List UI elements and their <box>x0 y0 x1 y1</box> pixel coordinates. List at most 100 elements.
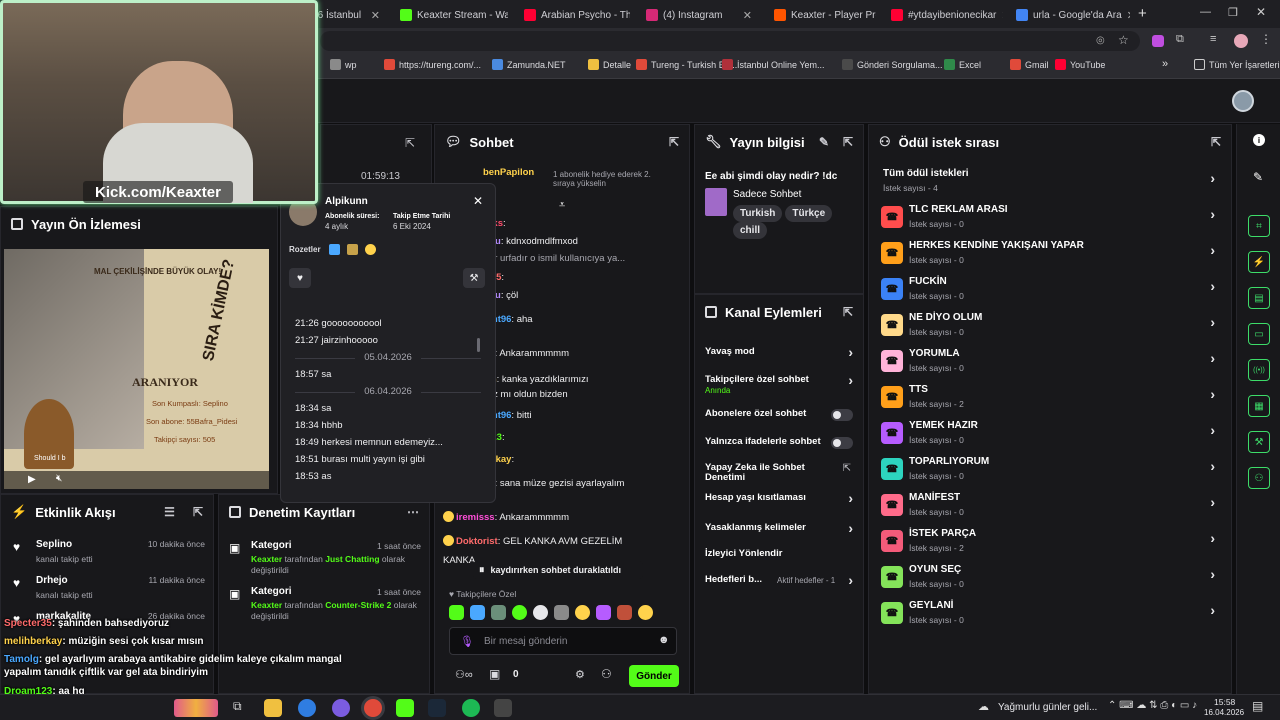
wrench-icon[interactable]: ⚒ <box>1248 431 1270 453</box>
browser-tab[interactable]: Keaxter Stream - Wa✕ <box>394 4 508 26</box>
filter-icon[interactable]: ☰ <box>164 505 175 519</box>
bookmark-item[interactable]: https://tureng.com/... <box>384 59 481 70</box>
info-icon[interactable]: i <box>1253 134 1265 146</box>
chat-username[interactable]: iremisss <box>456 512 495 523</box>
stream-tag[interactable]: Turkish <box>733 205 783 222</box>
menu-icon[interactable]: ⋮ <box>1260 32 1272 46</box>
mute-icon[interactable]: 🔇︎ <box>56 473 62 484</box>
expand-icon[interactable]: ⇱ <box>843 305 853 319</box>
emoji-icon[interactable]: ☻ <box>658 634 670 646</box>
history-scrollbar[interactable] <box>477 338 480 352</box>
weather-text[interactable]: Yağmurlu günler geli... <box>998 702 1097 713</box>
app-icon[interactable] <box>332 699 350 717</box>
tab-close-icon[interactable]: ✕ <box>1127 9 1130 22</box>
puzzle-icon[interactable]: ⧉ <box>1176 33 1184 46</box>
bookmark-item[interactable]: Gönderi Sorgulama... <box>842 59 943 70</box>
emote-5[interactable] <box>533 605 548 620</box>
emote-10[interactable] <box>638 605 653 620</box>
new-tab-button[interactable]: + <box>1138 5 1147 22</box>
close-icon[interactable]: ✕ <box>473 194 483 208</box>
reward-item[interactable]: ☎ GEYLANİ İstek sayısı - 0 › <box>881 597 1221 629</box>
chat-icon[interactable]: ▭ <box>1248 323 1270 345</box>
reward-item[interactable]: ☎ MANİFEST İstek sayısı - 0 › <box>881 489 1221 521</box>
expand-icon[interactable]: ⇱ <box>669 135 679 149</box>
spotify-icon[interactable] <box>462 699 480 717</box>
points-icon[interactable]: ⚇∞ <box>455 668 473 681</box>
clock-time[interactable]: 15:58 <box>1214 697 1235 707</box>
layout-icon[interactable]: ▦ <box>1248 395 1270 417</box>
more-icon[interactable]: ⋯ <box>407 505 419 519</box>
browser-tab[interactable]: urla - Google'da Ara ✕ <box>1010 4 1130 26</box>
channel-action-item[interactable]: Hesap yaşı kısıtlaması › <box>705 490 853 515</box>
users-icon[interactable]: ⚇ <box>601 667 612 681</box>
expand-icon[interactable]: ⇱ <box>193 505 203 519</box>
follow-heart-button[interactable]: ♥ <box>289 268 311 288</box>
bookmark-item[interactable]: YouTube <box>1055 59 1105 70</box>
filter-sort-icon[interactable]: ⩡ <box>559 199 565 212</box>
reward-item[interactable]: ☎ TTS İstek sayısı - 2 › <box>881 381 1221 413</box>
edit-icon[interactable]: ✎ <box>819 135 829 149</box>
steam-icon[interactable] <box>428 699 446 717</box>
stream-tag[interactable]: Türkçe <box>785 205 833 222</box>
channel-action-item[interactable]: İzleyici Yönlendir <box>705 547 853 571</box>
pencil-icon[interactable]: ✎ <box>1253 170 1263 184</box>
reward-item[interactable]: ☎ NE DİYO OLUM İstek sayısı - 0 › <box>881 309 1221 341</box>
stream-video[interactable]: MAL ÇEKİLİŞİNDE BÜYÜK OLAY! SIRA KİMDE? … <box>4 249 269 489</box>
all-rewards-row[interactable]: Tüm ödül istekleri İstek sayısı - 4 › <box>881 165 1221 197</box>
users-icon[interactable]: ⚇ <box>1248 467 1270 489</box>
audit-what[interactable]: Just Chatting <box>325 554 379 564</box>
reward-item[interactable]: ☎ TOPARLIYORUM İstek sayısı - 0 › <box>881 453 1221 485</box>
emote-9[interactable] <box>617 605 632 620</box>
clock-date[interactable]: 16.04.2026 <box>1204 708 1244 717</box>
reward-item[interactable]: ☎ YORUMLA İstek sayısı - 0 › <box>881 345 1221 377</box>
all-bookmarks-button[interactable]: Tüm Yer İşaretleri <box>1194 59 1280 70</box>
reward-item[interactable]: ☎ FUCKİN İstek sayısı - 0 › <box>881 273 1221 305</box>
pinned-user[interactable]: benPapilon <box>483 167 534 178</box>
user-avatar[interactable] <box>1232 90 1254 112</box>
reward-item[interactable]: ☎ YEMEK HAZIR İstek sayısı - 0 › <box>881 417 1221 449</box>
expand-icon[interactable]: ⇱ <box>405 136 415 150</box>
gift-icon[interactable]: ▣ <box>489 667 500 681</box>
profile-avatar[interactable] <box>1234 34 1248 48</box>
channel-action-item[interactable]: Takipçilere özel sohbet Anında › <box>705 372 853 397</box>
emote-8[interactable] <box>596 605 611 620</box>
audit-who[interactable]: Keaxter <box>251 600 282 610</box>
bookmark-item[interactable]: İstanbul Online Yem... <box>722 59 825 70</box>
document-icon[interactable]: ▤ <box>1248 287 1270 309</box>
audit-who[interactable]: Keaxter <box>251 554 282 564</box>
event-item[interactable]: ♥ Drhejo kanalı takip etti 11 dakika önce <box>11 571 205 605</box>
terminal-icon[interactable] <box>494 699 512 717</box>
tab-close-icon[interactable]: ✕ <box>371 9 380 22</box>
media-icon[interactable]: ≡ <box>1210 33 1216 45</box>
emote-4[interactable] <box>512 605 527 620</box>
channel-action-item[interactable]: Yavaş mod › <box>705 344 853 369</box>
channel-action-item[interactable]: Yalnızca ifadelerle sohbet <box>705 435 853 459</box>
emote-6[interactable] <box>554 605 569 620</box>
channel-action-item[interactable]: Yasaklanmış kelimeler › <box>705 520 853 545</box>
address-input[interactable] <box>320 31 1140 51</box>
event-item[interactable]: ♥ Seplino kanalı takip etti 10 dakika önce <box>11 535 205 569</box>
notification-icon[interactable]: ▤ <box>1252 699 1263 713</box>
mic-icon[interactable]: 🎙︎ <box>460 635 474 648</box>
stream-tag[interactable]: chill <box>733 222 768 239</box>
chat-paused-banner[interactable]: ⏸ kaydırırken sohbet duraklatıldı <box>473 561 643 579</box>
crop-icon[interactable]: ⌗ <box>1248 215 1270 237</box>
reward-item[interactable]: ☎ TLC REKLAM ARASI İstek sayısı - 0 › <box>881 201 1221 233</box>
expand-icon[interactable]: ⇱ <box>1211 135 1221 149</box>
eye-off-icon[interactable]: ◎ <box>1096 35 1105 46</box>
star-icon[interactable]: ☆ <box>1118 33 1129 47</box>
bookmark-item[interactable]: Detalle <box>588 59 631 70</box>
channel-action-item[interactable]: Yapay Zeka ile Sohbet Denetimi ⇱ <box>705 461 853 485</box>
task-view-icon[interactable]: ⧉ <box>233 699 242 714</box>
toggle-switch[interactable] <box>831 409 853 421</box>
channel-action-item[interactable]: Abonelere özel sohbet <box>705 407 853 431</box>
emote-2[interactable] <box>470 605 485 620</box>
bookmark-item[interactable]: Zamunda.NET <box>492 59 566 70</box>
bookmark-item[interactable]: Gmail <box>1010 59 1049 70</box>
settings-icon[interactable]: ⚙ <box>575 668 585 681</box>
edge-icon[interactable] <box>298 699 316 717</box>
browser-tab[interactable]: (4) Instagram ✕ <box>640 4 758 26</box>
reward-item[interactable]: ☎ OYUN SEÇ İstek sayısı - 0 › <box>881 561 1221 593</box>
emote-1[interactable] <box>449 605 464 620</box>
mod-action-button[interactable]: ⚒ <box>463 268 485 288</box>
